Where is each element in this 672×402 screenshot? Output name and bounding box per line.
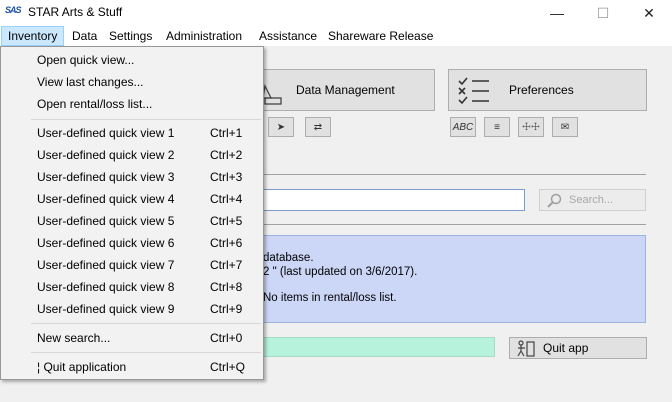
users-icon[interactable]: ☩☩ bbox=[518, 117, 544, 137]
minimize-button[interactable]: — bbox=[534, 0, 580, 26]
menu-item-label: Open quick view... bbox=[37, 53, 135, 67]
menu-item-label: ¦ Quit application bbox=[37, 360, 127, 374]
menu-separator bbox=[31, 352, 261, 353]
menu-item-label: User-defined quick view 9 bbox=[37, 302, 175, 316]
menu-separator bbox=[31, 323, 261, 324]
menu-item-shortcut: Ctrl+1 bbox=[210, 126, 243, 140]
preferences-button[interactable]: Preferences bbox=[448, 69, 647, 111]
quit-app-button[interactable]: Quit app bbox=[509, 337, 647, 359]
abc-spelling-icon[interactable]: ABC bbox=[450, 117, 476, 137]
menu-item-quick-view-5[interactable]: User-defined quick view 5 Ctrl+5 bbox=[2, 210, 262, 232]
window-title: STAR Arts & Stuff bbox=[28, 5, 123, 19]
menu-item-quit-application[interactable]: ¦ Quit application Ctrl+Q bbox=[2, 356, 262, 378]
menu-item-shortcut: Ctrl+Q bbox=[210, 360, 246, 374]
magnifier-icon bbox=[547, 193, 562, 208]
search-button-label: Search... bbox=[569, 194, 614, 206]
menu-inventory[interactable]: Inventory bbox=[1, 26, 65, 46]
menu-item-shortcut: Ctrl+5 bbox=[210, 214, 243, 228]
menu-data[interactable]: Data bbox=[66, 26, 103, 46]
data-management-icon bbox=[262, 83, 282, 105]
menu-item-quick-view-7[interactable]: User-defined quick view 7 Ctrl+7 bbox=[2, 254, 262, 276]
menu-item-quick-view-6[interactable]: User-defined quick view 6 Ctrl+6 bbox=[2, 232, 262, 254]
menu-item-shortcut: Ctrl+4 bbox=[210, 192, 243, 206]
menu-item-label: User-defined quick view 6 bbox=[37, 236, 175, 250]
menu-separator bbox=[31, 119, 261, 120]
menu-item-label: User-defined quick view 2 bbox=[37, 148, 175, 162]
menu-item-quick-view-3[interactable]: User-defined quick view 3 Ctrl+3 bbox=[2, 166, 262, 188]
menu-item-shortcut: Ctrl+9 bbox=[210, 302, 243, 316]
menu-administration[interactable]: Administration bbox=[160, 26, 248, 46]
status-field bbox=[262, 337, 495, 357]
text-align-icon[interactable]: ≡ bbox=[484, 117, 510, 137]
menu-item-label: User-defined quick view 3 bbox=[37, 170, 175, 184]
app-logo-icon: SAS bbox=[5, 5, 22, 15]
info-line-rental: No items in rental/loss list. bbox=[263, 292, 397, 304]
search-button[interactable]: Search... bbox=[539, 189, 646, 211]
menu-item-label: Open rental/loss list... bbox=[37, 97, 153, 111]
menu-item-label: User-defined quick view 5 bbox=[37, 214, 175, 228]
menu-assistance[interactable]: Assistance bbox=[253, 26, 323, 46]
menu-item-label: User-defined quick view 1 bbox=[37, 126, 175, 140]
menu-item-quick-view-8[interactable]: User-defined quick view 8 Ctrl+8 bbox=[2, 276, 262, 298]
menu-item-open-quick-view[interactable]: Open quick view... bbox=[2, 49, 262, 71]
menu-item-label: User-defined quick view 8 bbox=[37, 280, 175, 294]
divider bbox=[262, 174, 646, 175]
menu-item-new-search[interactable]: New search... Ctrl+0 bbox=[2, 327, 262, 349]
maximize-button[interactable]: ☐ bbox=[580, 0, 626, 26]
menu-item-view-last-changes[interactable]: View last changes... bbox=[2, 71, 262, 93]
menu-item-quick-view-1[interactable]: User-defined quick view 1 Ctrl+1 bbox=[2, 122, 262, 144]
menu-bar: Inventory Data Settings Administration A… bbox=[0, 26, 672, 46]
menu-settings[interactable]: Settings bbox=[103, 26, 158, 46]
close-button[interactable]: ✕ bbox=[626, 0, 672, 26]
menu-item-quick-view-9[interactable]: User-defined quick view 9 Ctrl+9 bbox=[2, 298, 262, 320]
inventory-dropdown-menu: Open quick view... View last changes... … bbox=[0, 46, 264, 380]
divider bbox=[262, 224, 646, 225]
mail-icon[interactable]: ✉ bbox=[552, 117, 578, 137]
swap-arrows-icon[interactable]: ⇄ bbox=[305, 117, 331, 137]
menu-item-label: User-defined quick view 4 bbox=[37, 192, 175, 206]
menu-item-label: New search... bbox=[37, 331, 111, 345]
preferences-label: Preferences bbox=[509, 83, 574, 97]
menu-item-quick-view-4[interactable]: User-defined quick view 4 Ctrl+4 bbox=[2, 188, 262, 210]
menu-item-quick-view-2[interactable]: User-defined quick view 2 Ctrl+2 bbox=[2, 144, 262, 166]
info-panel: database. 2 " (last updated on 3/6/2017)… bbox=[262, 235, 646, 323]
send-icon[interactable]: ➤ bbox=[268, 117, 294, 137]
search-input[interactable] bbox=[262, 189, 525, 211]
menu-shareware-release[interactable]: Shareware Release bbox=[322, 26, 439, 46]
info-line-updated: 2 " (last updated on 3/6/2017). bbox=[263, 266, 418, 278]
menu-item-shortcut: Ctrl+7 bbox=[210, 258, 243, 272]
title-bar: SAS STAR Arts & Stuff — ☐ ✕ bbox=[0, 0, 672, 26]
menu-item-shortcut: Ctrl+8 bbox=[210, 280, 243, 294]
exit-door-icon bbox=[517, 340, 535, 357]
menu-item-label: User-defined quick view 7 bbox=[37, 258, 175, 272]
menu-item-shortcut: Ctrl+0 bbox=[210, 331, 243, 345]
quit-app-label: Quit app bbox=[543, 341, 589, 355]
menu-item-open-rental-loss-list[interactable]: Open rental/loss list... bbox=[2, 93, 262, 115]
menu-item-shortcut: Ctrl+2 bbox=[210, 148, 243, 162]
menu-item-label: View last changes... bbox=[37, 75, 144, 89]
menu-item-shortcut: Ctrl+3 bbox=[210, 170, 243, 184]
data-management-label: Data Management bbox=[296, 83, 395, 97]
info-line-database: database. bbox=[263, 252, 314, 264]
checklist-icon bbox=[458, 77, 489, 105]
menu-item-shortcut: Ctrl+6 bbox=[210, 236, 243, 250]
